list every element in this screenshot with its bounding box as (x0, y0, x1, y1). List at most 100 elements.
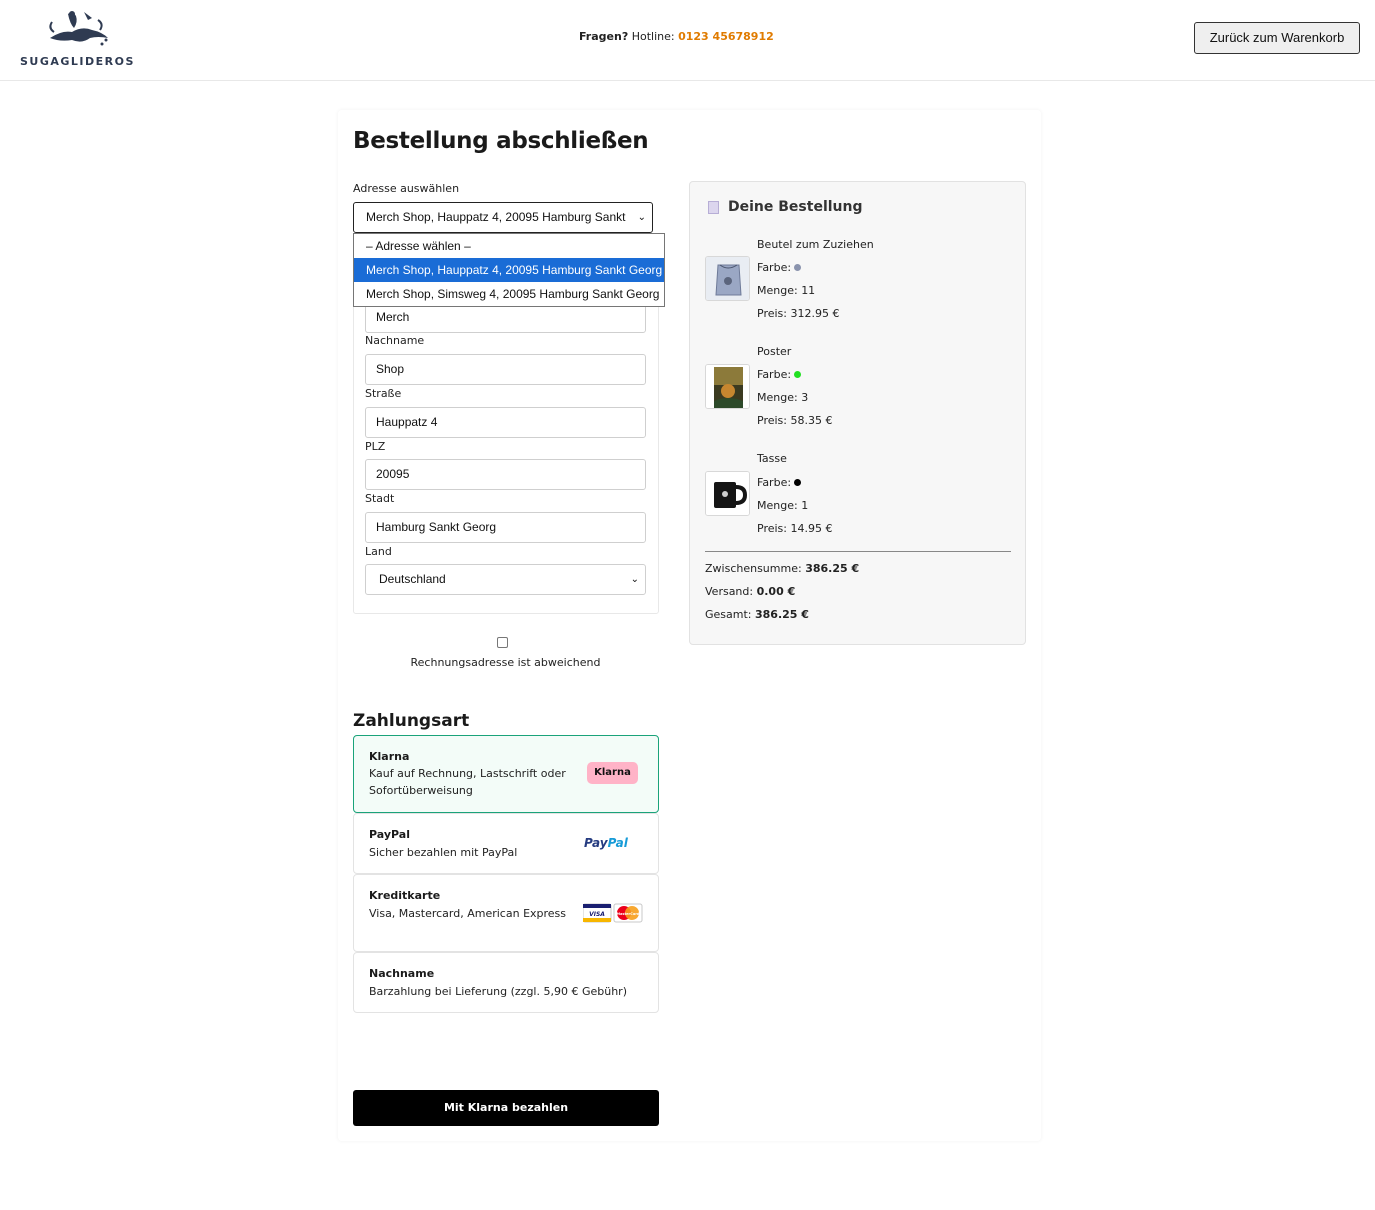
payment-option-name: Nachname (369, 967, 435, 980)
item-price-label: Preis: (757, 307, 787, 320)
paypal-logo-part: Pal (607, 836, 628, 850)
city-input[interactable]: Hamburg Sankt Georg (365, 512, 646, 543)
address-option[interactable]: – Adresse wählen – (354, 234, 664, 258)
item-qty-label: Menge: (757, 499, 798, 512)
item-qty-label: Menge: (757, 284, 798, 297)
address-select-value: Merch Shop, Hauppatz 4, 20095 Hamburg Sa… (366, 210, 626, 224)
product-image-bag (705, 256, 750, 301)
address-option[interactable]: Merch Shop, Simsweg 4, 20095 Hamburg San… (354, 282, 664, 306)
item-color-label: Farbe: (757, 368, 792, 381)
hotline-number[interactable]: 0123 45678912 (678, 30, 774, 43)
payment-option-desc: Visa, Mastercard, American Express (369, 907, 567, 920)
billing-address-checkbox[interactable] (497, 637, 508, 648)
hotline-question: Fragen? (579, 30, 629, 43)
subtotal-label: Zwischensumme: (705, 562, 802, 575)
payment-option-desc: Sicher bezahlen mit PayPal (369, 846, 518, 859)
color-dot (794, 370, 802, 378)
sugar-glider-logo-icon (49, 11, 108, 46)
chevron-down-icon: ⌄ (637, 212, 646, 223)
address-dropdown-list: – Adresse wählen – Merch Shop, Hauppatz … (353, 233, 665, 307)
hotline: Fragen? Hotline: 0123 45678912 (579, 30, 774, 43)
back-to-cart-button[interactable]: Zurück zum Warenkorb (1194, 22, 1360, 54)
total-label: Gesamt: (705, 608, 752, 621)
item-price: Preis: 312.95 € (757, 307, 839, 320)
chevron-down-icon: ⌄ (630, 574, 639, 585)
total-line: Gesamt: 386.25 € (705, 608, 809, 621)
address-option[interactable]: Merch Shop, Hauppatz 4, 20095 Hamburg Sa… (354, 258, 664, 282)
page-title: Bestellung abschließen (353, 128, 649, 154)
shipping-line: Versand: 0.00 € (705, 585, 795, 598)
item-price-label: Preis: (757, 522, 787, 535)
item-name: Tasse (757, 452, 787, 465)
subtotal-line: Zwischensumme: 386.25 € (705, 562, 859, 575)
site-header: SUGAGLIDEROS Fragen? Hotline: 0123 45678… (0, 0, 1375, 81)
visa-text: VISA (589, 911, 605, 918)
country-label: Land (365, 545, 392, 558)
billing-address-label: Rechnungsadresse ist abweichend (410, 656, 601, 669)
order-summary-title: Deine Bestellung (728, 199, 863, 215)
item-price-value: 14.95 € (790, 522, 833, 535)
address-select[interactable]: Merch Shop, Hauppatz 4, 20095 Hamburg Sa… (353, 202, 653, 233)
payment-title: Zahlungsart (353, 711, 470, 731)
item-color-label: Farbe: (757, 261, 792, 274)
order-summary: Deine Bestellung Beutel zum Zuziehen Far… (689, 181, 1026, 645)
item-qty: Menge: 11 (757, 284, 815, 297)
color-dot (794, 263, 802, 271)
payment-option-klarna[interactable]: Klarna Kauf auf Rechnung, Lastschrift od… (353, 735, 659, 813)
color-dot (794, 478, 802, 486)
payment-option-name: Klarna (369, 750, 410, 763)
item-name: Poster (757, 345, 792, 358)
credit-cards-icon: VISA MasterCard (583, 903, 643, 923)
item-qty: Menge: 3 (757, 391, 808, 404)
payment-option-name: Kreditkarte (369, 889, 441, 902)
payment-option-creditcard[interactable]: Kreditkarte Visa, Mastercard, American E… (353, 874, 659, 952)
payment-option-cod[interactable]: Nachname Barzahlung bei Lieferung (zzgl.… (353, 952, 659, 1013)
subtotal-value: 386.25 € (805, 562, 860, 575)
product-image-mug (705, 471, 750, 516)
zip-label: PLZ (365, 440, 386, 453)
checkout-card: Bestellung abschließen Adresse auswählen… (338, 110, 1041, 1141)
payment-option-desc: Kauf auf Rechnung, Lastschrift oder Sofo… (369, 767, 566, 797)
item-qty-value: 11 (801, 284, 816, 297)
mastercard-text: MasterCard (617, 912, 640, 916)
logo[interactable]: SUGAGLIDEROS (18, 8, 134, 70)
klarna-logo-icon: Klarna (587, 762, 638, 784)
last-name-label: Nachname (365, 334, 425, 347)
payment-option-desc: Barzahlung bei Lieferung (zzgl. 5,90 € G… (369, 985, 628, 998)
summary-divider (705, 551, 1011, 552)
item-price-value: 58.35 € (790, 414, 833, 427)
street-label: Straße (365, 387, 402, 400)
product-image-poster (705, 364, 750, 409)
item-price: Preis: 58.35 € (757, 414, 832, 427)
item-price: Preis: 14.95 € (757, 522, 832, 535)
total-value: 386.25 € (755, 608, 809, 621)
payment-option-name: PayPal (369, 828, 410, 841)
address-select-label: Adresse auswählen (353, 182, 460, 195)
payment-option-paypal[interactable]: PayPal Sicher bezahlen mit PayPal PayPal (353, 813, 659, 874)
item-qty-value: 3 (801, 391, 809, 404)
last-name-input[interactable]: Shop (365, 354, 646, 385)
item-color: Farbe: (757, 368, 802, 381)
item-price-value: 312.95 € (790, 307, 840, 320)
item-name: Beutel zum Zuziehen (757, 238, 874, 251)
submit-payment-button[interactable]: Mit Klarna bezahlen (353, 1090, 659, 1126)
country-select-value: Deutschland (379, 572, 446, 586)
country-select[interactable]: Deutschland ⌄ (365, 564, 646, 595)
item-color: Farbe: (757, 476, 802, 489)
zip-input[interactable]: 20095 (365, 459, 646, 490)
item-color: Farbe: (757, 261, 802, 274)
item-price-label: Preis: (757, 414, 787, 427)
paypal-logo-part: Pay (584, 836, 608, 850)
item-qty-label: Menge: (757, 391, 798, 404)
paypal-logo-icon: PayPal (584, 836, 628, 850)
city-label: Stadt (365, 492, 395, 505)
item-color-label: Farbe: (757, 476, 792, 489)
shipping-label: Versand: (705, 585, 754, 598)
item-qty: Menge: 1 (757, 499, 808, 512)
item-qty-value: 1 (801, 499, 809, 512)
hotline-label: Hotline: (631, 30, 675, 43)
shipping-value: 0.00 € (756, 585, 796, 598)
receipt-icon (708, 201, 719, 214)
street-input[interactable]: Hauppatz 4 (365, 407, 646, 438)
logo-text: SUGAGLIDEROS (20, 55, 135, 68)
